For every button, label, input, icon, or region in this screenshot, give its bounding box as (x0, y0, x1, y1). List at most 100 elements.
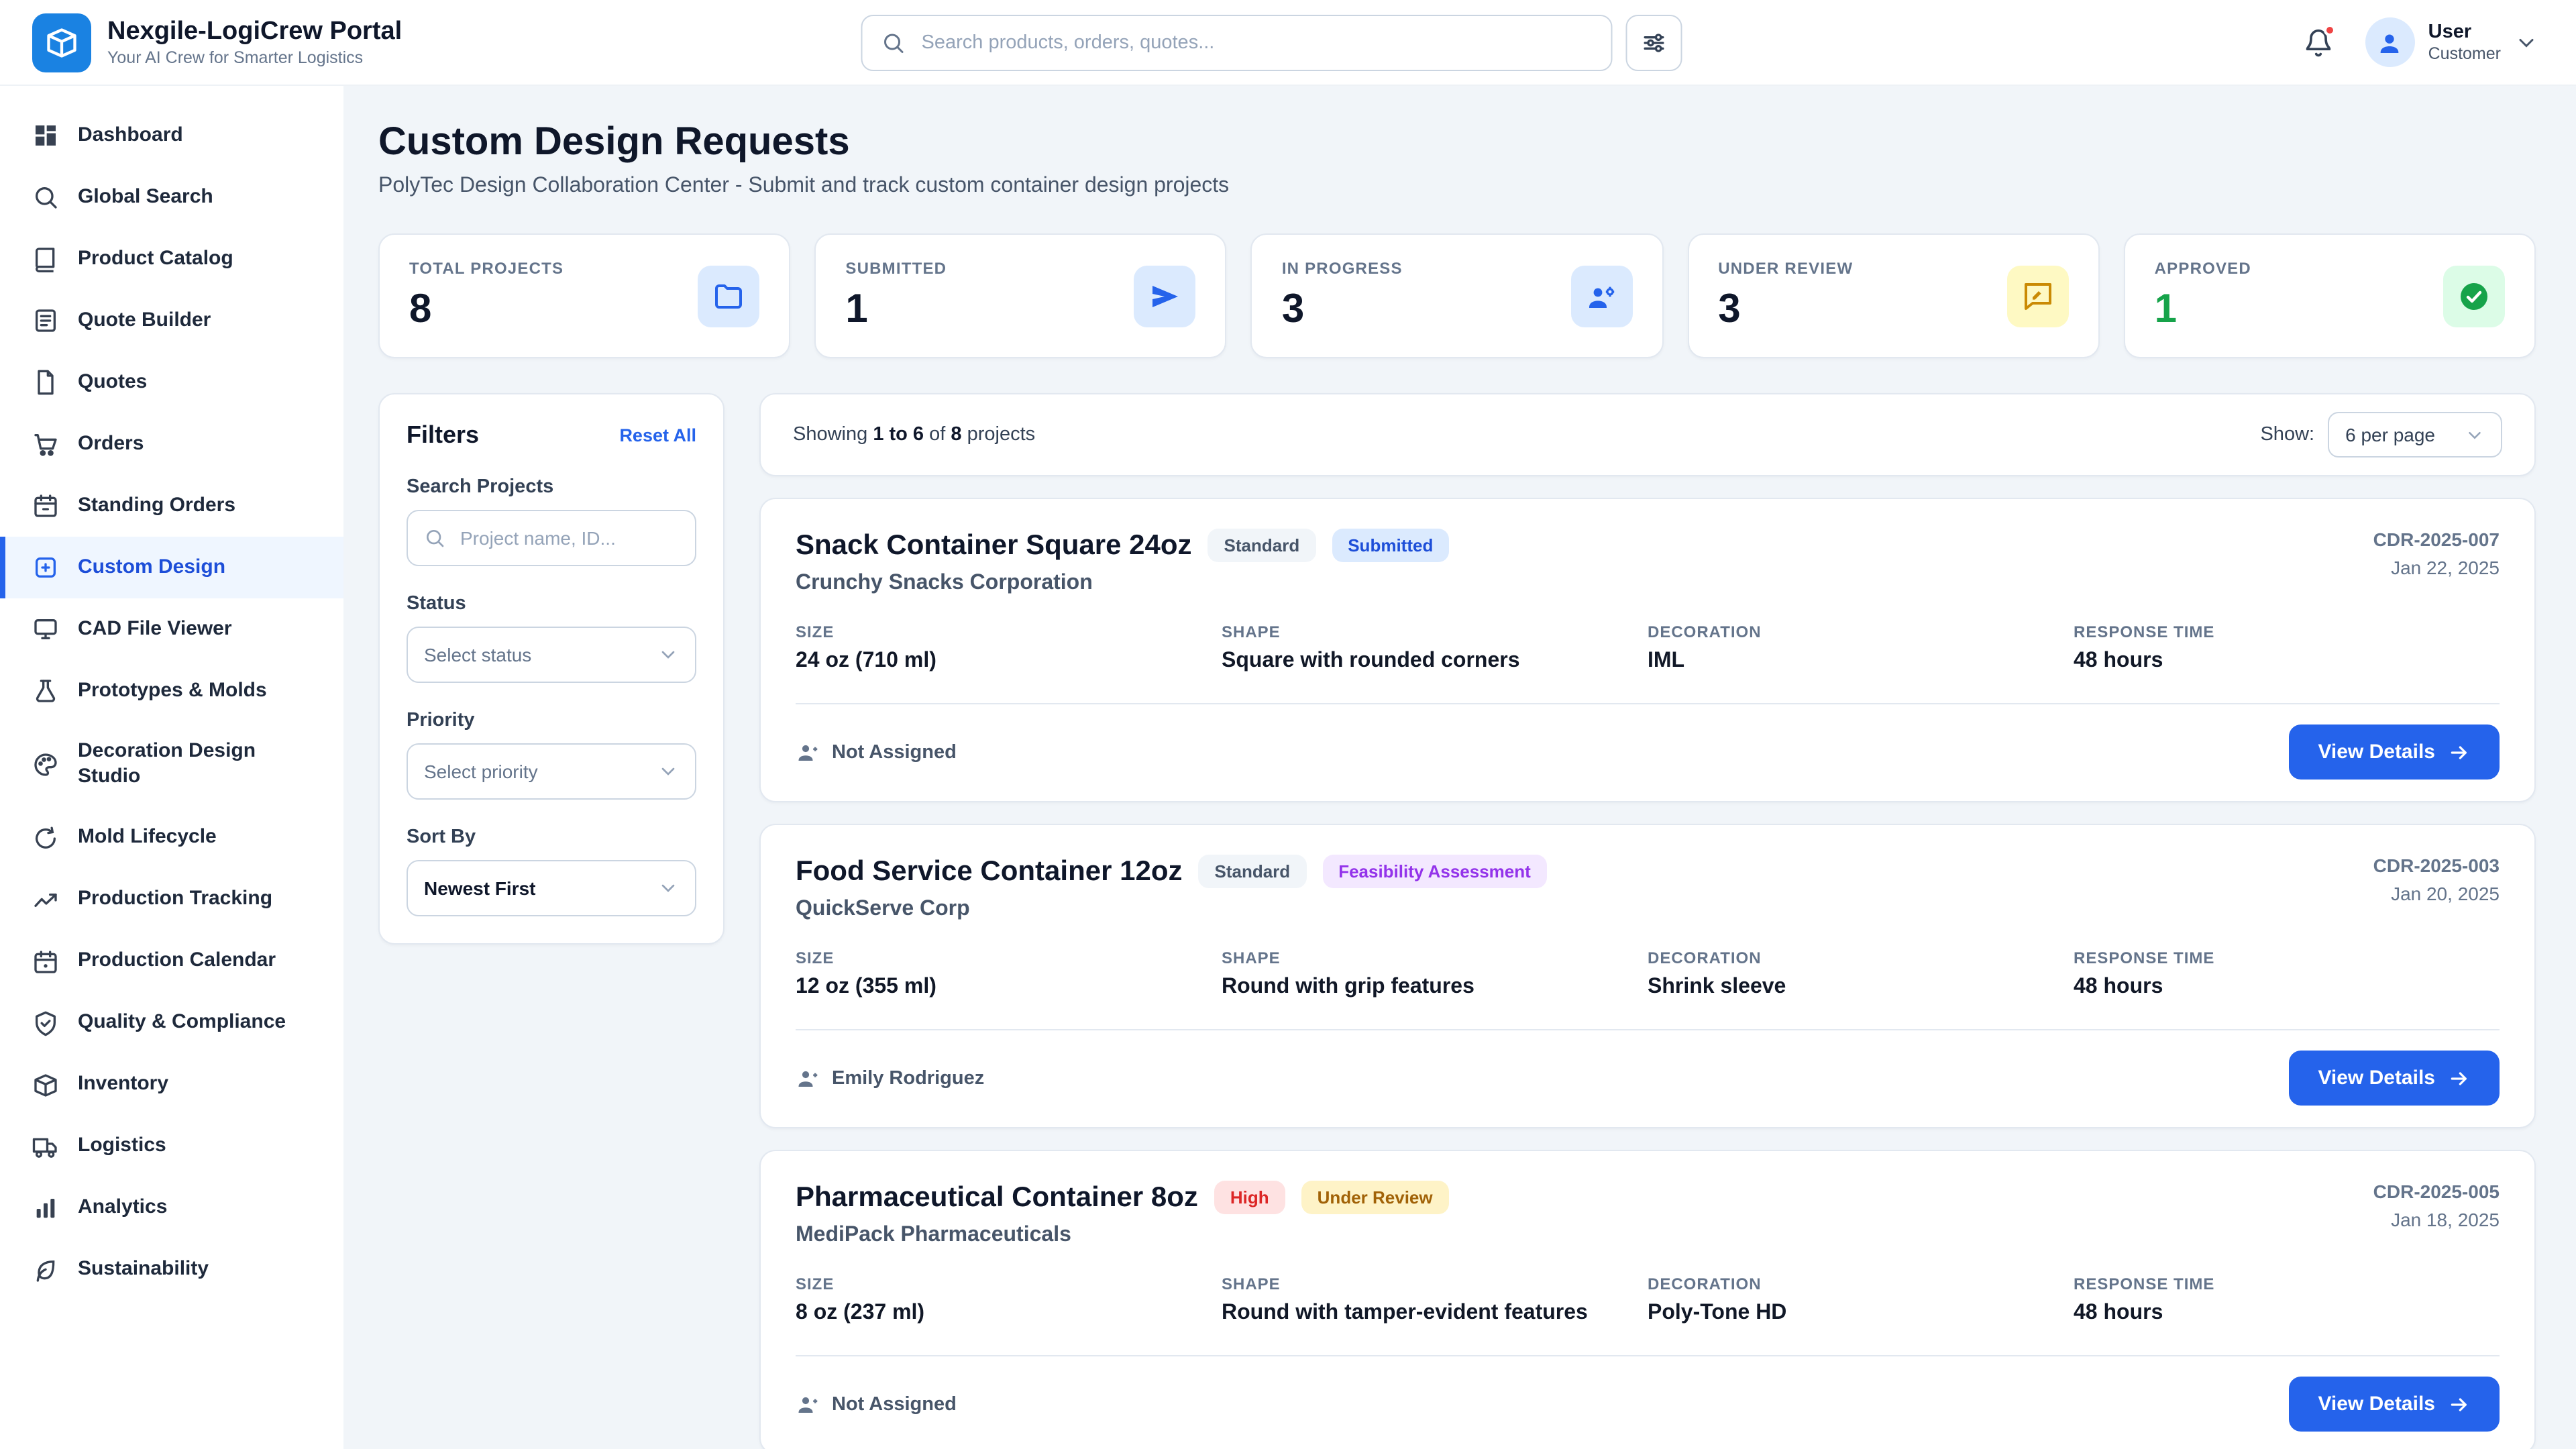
spec-shape: SHAPE Round with tamper-evident features (1222, 1275, 1648, 1326)
search-input[interactable] (919, 30, 1593, 54)
status-badge: Feasibility Assessment (1322, 855, 1547, 888)
view-details-label: View Details (2318, 1393, 2435, 1415)
sidebar-item-logistics[interactable]: Logistics (0, 1116, 343, 1177)
search-icon (881, 30, 906, 54)
brand-title: Nexgile-LogiCrew Portal (107, 17, 402, 46)
sidebar-item-quality-compliance[interactable]: Quality & Compliance (0, 992, 343, 1054)
plus-square-icon (32, 554, 59, 581)
header-actions: User Customer (2304, 17, 2538, 67)
engineering-icon (1570, 265, 1632, 327)
sidebar-item-label: Quality & Compliance (78, 1010, 286, 1036)
status-label: Status (407, 593, 696, 614)
sidebar-item-analytics[interactable]: Analytics (0, 1177, 343, 1239)
status-badge: Under Review (1301, 1181, 1449, 1214)
brand-text: Nexgile-LogiCrew Portal Your AI Crew for… (107, 17, 402, 68)
sidebar-item-cad-file-viewer[interactable]: CAD File Viewer (0, 598, 343, 660)
sidebar-item-standing-orders[interactable]: Standing Orders (0, 475, 343, 537)
spec-decoration: DECORATION IML (1648, 623, 2074, 674)
brand-tagline: Your AI Crew for Smarter Logistics (107, 49, 402, 68)
sidebar-item-production-calendar[interactable]: Production Calendar (0, 930, 343, 992)
sidebar-item-sustainability[interactable]: Sustainability (0, 1239, 343, 1301)
project-id: CDR-2025-005 (2373, 1181, 2500, 1202)
sidebar-item-label: Quote Builder (78, 308, 211, 333)
assignee-person-icon (796, 1392, 820, 1416)
per-page-select[interactable]: 6 per page (2328, 412, 2502, 458)
quotes-icon (32, 369, 59, 396)
project-id: CDR-2025-007 (2373, 529, 2500, 550)
palette-icon (32, 751, 59, 778)
view-details-button[interactable]: View Details (2288, 724, 2500, 780)
spec-shape: SHAPE Square with rounded corners (1222, 623, 1648, 674)
project-company: QuickServe Corp (796, 898, 1547, 922)
main-content: Custom Design Requests PolyTec Design Co… (343, 86, 2576, 1449)
status-badge: Submitted (1332, 529, 1449, 562)
user-menu[interactable]: User Customer (2365, 17, 2538, 67)
project-id: CDR-2025-003 (2373, 855, 2500, 876)
sidebar-item-label: CAD File Viewer (78, 616, 232, 642)
spec-response-time: RESPONSE TIME 48 hours (2074, 949, 2500, 1000)
stat-under-review: UNDER REVIEW 3 (1687, 233, 2099, 358)
results-bar: Showing 1 to 6 of 8 projects Show: 6 per… (759, 393, 2536, 476)
sidebar-item-product-catalog[interactable]: Product Catalog (0, 228, 343, 290)
notifications-button[interactable] (2304, 28, 2333, 57)
spec-shape: SHAPE Round with grip features (1222, 949, 1648, 1000)
user-role: Customer (2428, 44, 2501, 63)
status-select[interactable]: Select status (407, 627, 696, 683)
sidebar-item-label: Custom Design (78, 555, 225, 580)
person-icon (2377, 29, 2404, 56)
dashboard-icon (32, 122, 59, 149)
sidebar-item-quotes[interactable]: Quotes (0, 352, 343, 413)
priority-select[interactable]: Select priority (407, 743, 696, 800)
shield-check-icon (32, 1010, 59, 1036)
trending-icon (32, 886, 59, 913)
sidebar-item-quote-builder[interactable]: Quote Builder (0, 290, 343, 352)
projects-list: Showing 1 to 6 of 8 projects Show: 6 per… (759, 393, 2536, 1449)
calendar-repeat-icon (32, 492, 59, 519)
sidebar-item-decoration-design-studio[interactable]: Decoration Design Studio (0, 722, 343, 807)
sidebar-item-label: Prototypes & Molds (78, 678, 267, 704)
search-filter-button[interactable] (1626, 14, 1682, 70)
project-company: MediPack Pharmaceuticals (796, 1224, 1449, 1248)
sidebar-item-label: Dashboard (78, 123, 183, 148)
avatar (2365, 17, 2415, 67)
priority-badge: Standard (1208, 529, 1316, 562)
stat-value: 3 (1718, 287, 1853, 333)
sidebar-item-label: Orders (78, 431, 144, 457)
brand: Nexgile-LogiCrew Portal Your AI Crew for… (32, 13, 402, 72)
sidebar-item-inventory[interactable]: Inventory (0, 1054, 343, 1116)
project-name: Food Service Container 12oz (796, 855, 1183, 888)
sidebar-item-custom-design[interactable]: Custom Design (0, 537, 343, 598)
show-label: Show: (2260, 424, 2314, 445)
search-icon (32, 184, 59, 211)
sidebar-item-prototypes-molds[interactable]: Prototypes & Molds (0, 660, 343, 722)
project-search-input[interactable] (458, 526, 679, 550)
view-details-label: View Details (2318, 741, 2435, 763)
sidebar-item-label: Standing Orders (78, 493, 235, 519)
sidebar-item-production-tracking[interactable]: Production Tracking (0, 869, 343, 930)
reset-all-link[interactable]: Reset All (619, 425, 696, 445)
view-details-button[interactable]: View Details (2288, 1051, 2500, 1106)
priority-badge: Standard (1199, 855, 1307, 888)
app-root: Nexgile-LogiCrew Portal Your AI Crew for… (0, 0, 2576, 1449)
stat-label: SUBMITTED (845, 259, 947, 278)
stat-submitted: SUBMITTED 1 (814, 233, 1226, 358)
stat-label: UNDER REVIEW (1718, 259, 1853, 278)
sidebar-item-global-search[interactable]: Global Search (0, 166, 343, 228)
sidebar-item-mold-lifecycle[interactable]: Mold Lifecycle (0, 807, 343, 869)
user-name: User (2428, 21, 2501, 45)
page-title: Custom Design Requests (378, 121, 2536, 165)
cart-icon (32, 431, 59, 458)
spec-size: SIZE 8 oz (237 ml) (796, 1275, 1222, 1326)
stat-total-projects: TOTAL PROJECTS 8 (378, 233, 790, 358)
assignee-person-icon (796, 740, 820, 764)
sort-by-label: Sort By (407, 826, 696, 848)
sort-select[interactable]: Newest First (407, 860, 696, 916)
per-page-control: Show: 6 per page (2260, 412, 2502, 458)
send-icon (1134, 265, 1196, 327)
notification-dot (2324, 23, 2336, 36)
project-search-box (407, 510, 696, 566)
project-card: Food Service Container 12oz Standard Fea… (759, 824, 2536, 1128)
sidebar-item-dashboard[interactable]: Dashboard (0, 105, 343, 166)
view-details-button[interactable]: View Details (2288, 1377, 2500, 1432)
sidebar-item-orders[interactable]: Orders (0, 413, 343, 475)
